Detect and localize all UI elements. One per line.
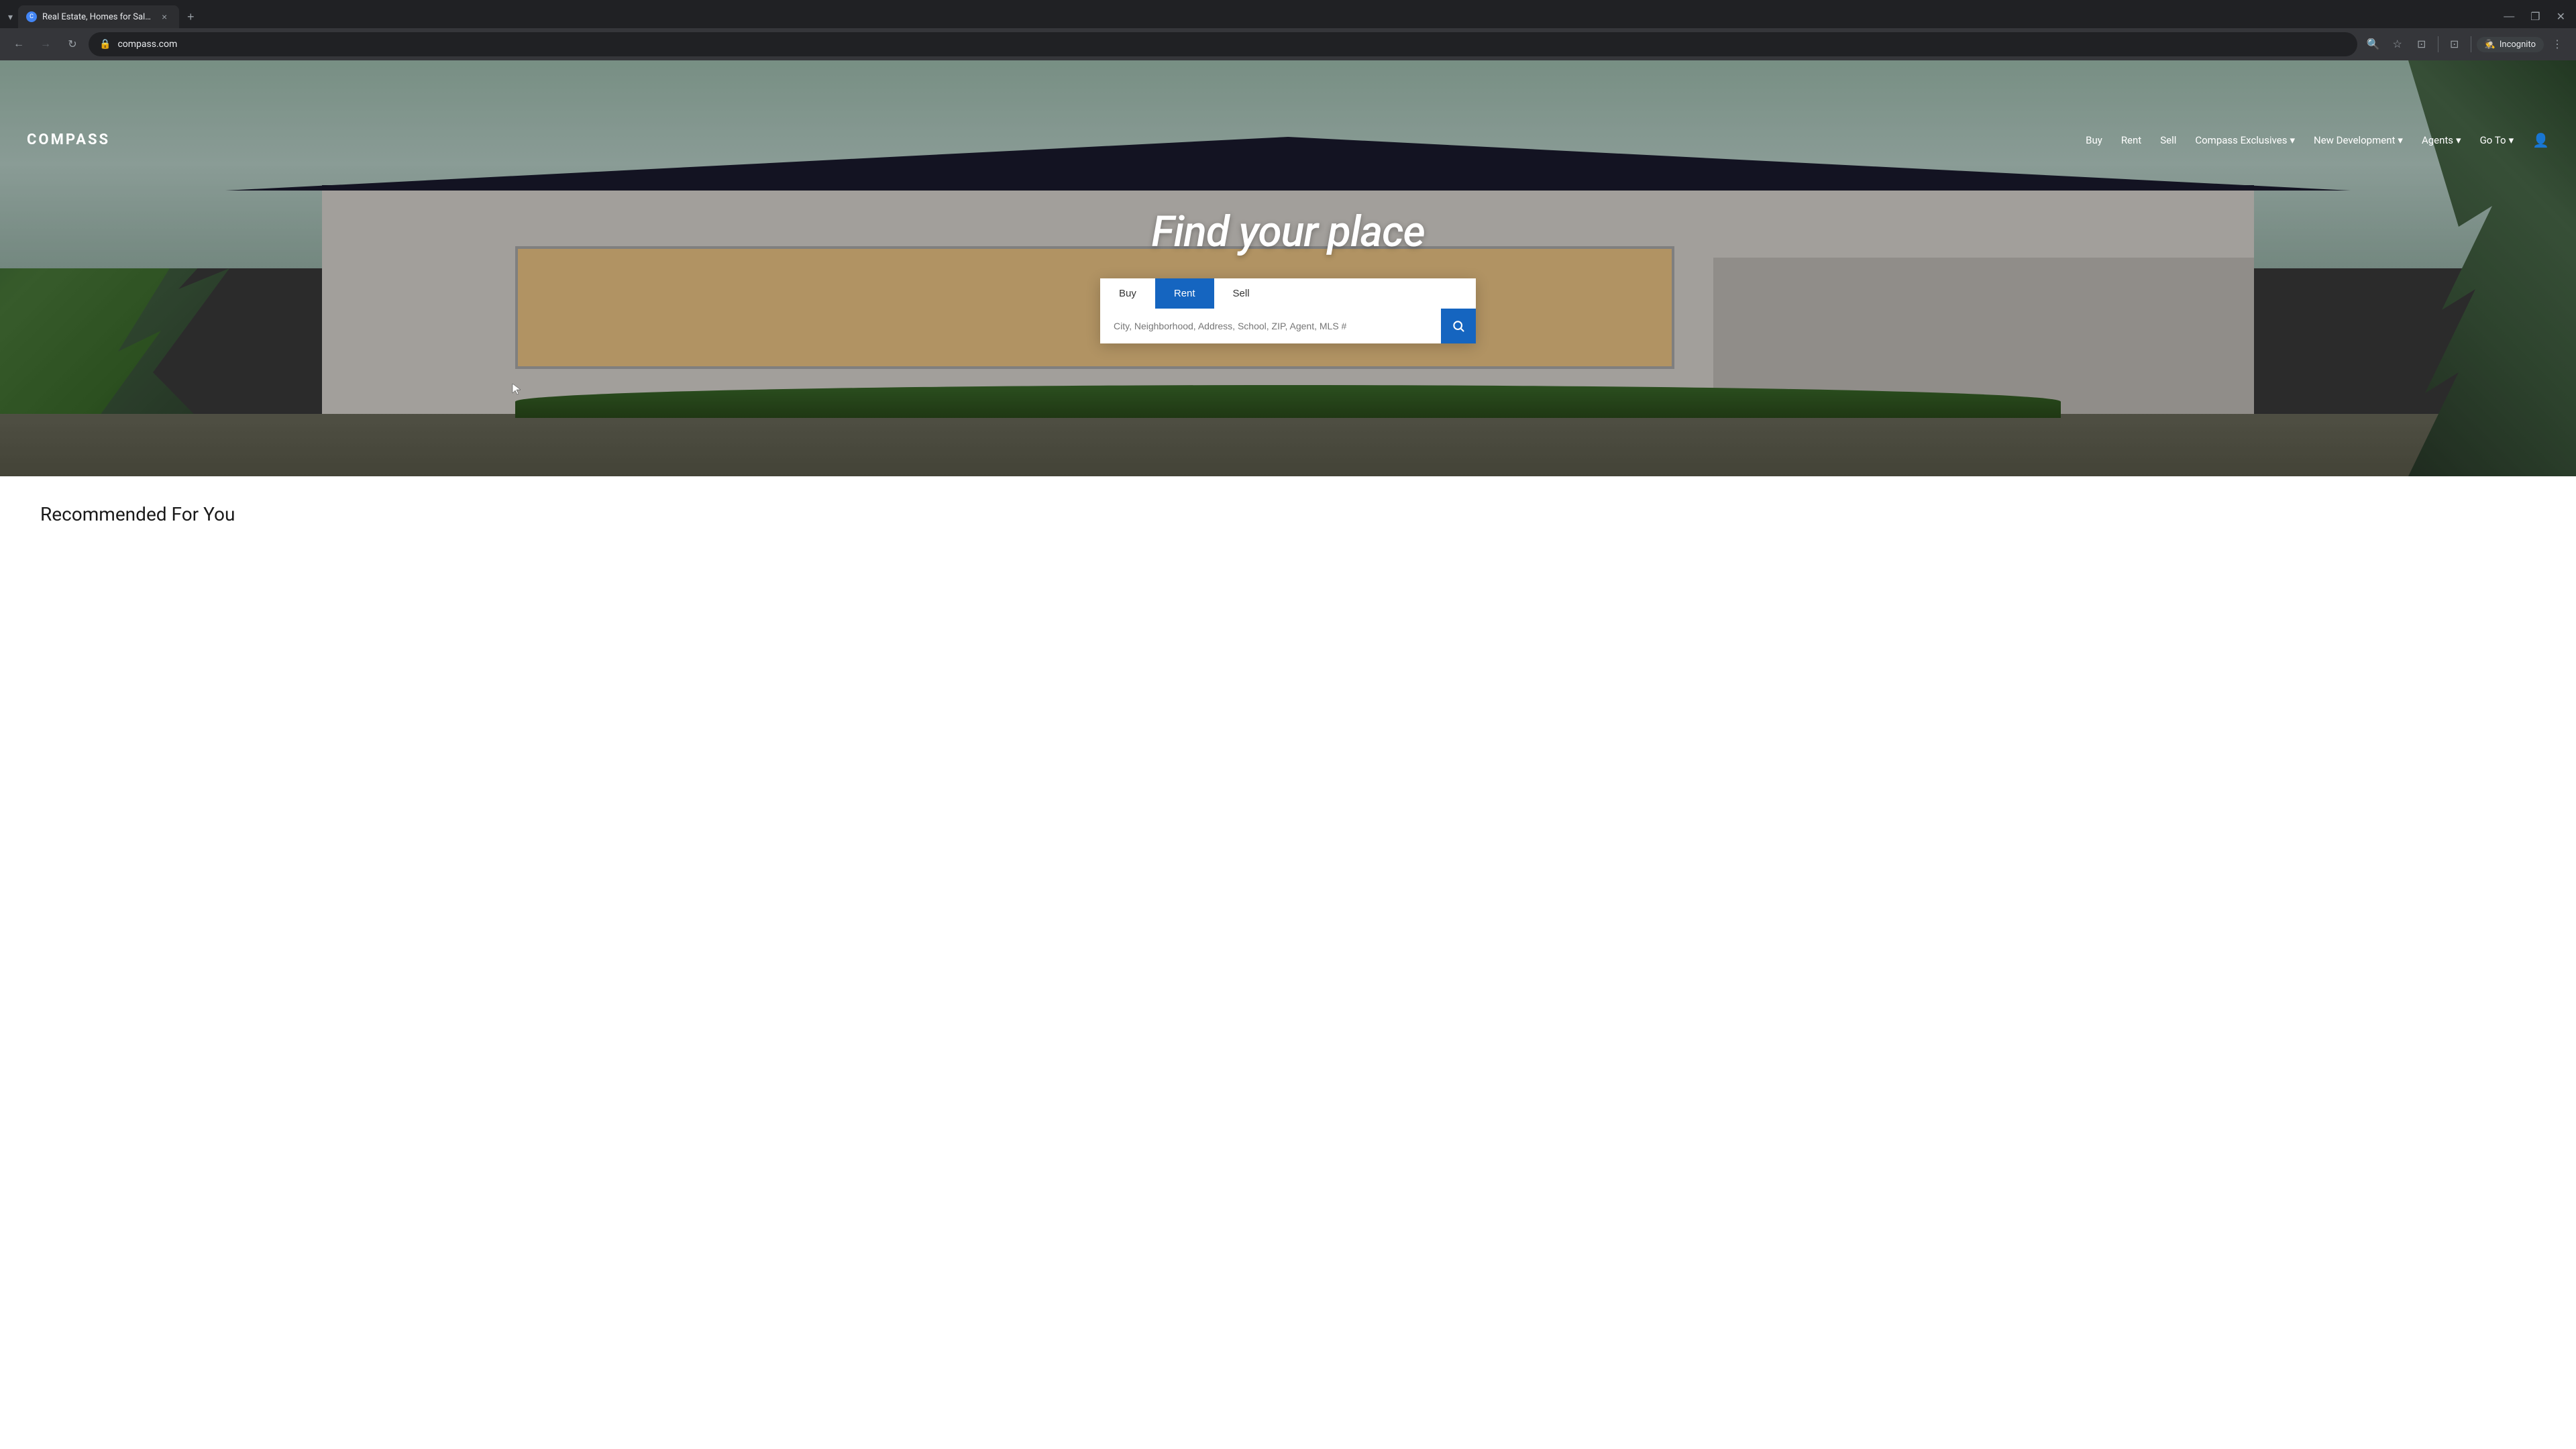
website-content: COMPASS Buy Rent Sell Compass Exclusives… (0, 60, 2576, 557)
incognito-label: Incognito (2500, 40, 2536, 50)
active-tab[interactable]: C Real Estate, Homes for Sale & ... × (18, 5, 179, 28)
search-input[interactable] (1100, 310, 1441, 342)
forward-btn[interactable]: → (35, 34, 56, 55)
nav-agents[interactable]: Agents ▾ (2422, 134, 2461, 146)
search-container: Buy Rent Sell (1100, 278, 1476, 343)
search-tab-rent[interactable]: Rent (1155, 278, 1214, 309)
search-btn[interactable]: 🔍 (2363, 34, 2384, 55)
tab-close-btn[interactable]: × (158, 10, 171, 23)
incognito-icon: 🕵 (2485, 40, 2496, 50)
agents-chevron: ▾ (2456, 134, 2461, 146)
nav-links-group: Buy Rent Sell Compass Exclusives ▾ New D… (2086, 132, 2549, 148)
nav-goto[interactable]: Go To ▾ (2480, 134, 2514, 146)
more-icon: ⋮ (2552, 38, 2563, 51)
address-bar[interactable]: 🔒 compass.com (89, 32, 2357, 56)
bookmark-icon: ☆ (2393, 38, 2402, 51)
bookmark-btn[interactable]: ☆ (2387, 34, 2408, 55)
recommended-title: Recommended For You (40, 503, 2536, 525)
maximize-btn[interactable]: ❐ (2525, 7, 2545, 26)
incognito-badge[interactable]: 🕵 Incognito (2477, 37, 2544, 52)
url-display: compass.com (117, 39, 2346, 50)
lock-icon: 🔒 (99, 39, 111, 50)
goto-chevron: ▾ (2509, 134, 2514, 146)
tab-manager-btn[interactable]: ⊡ (2411, 34, 2432, 55)
search-input-row (1100, 309, 1476, 343)
nav-new-development[interactable]: New Development ▾ (2314, 134, 2403, 146)
search-button[interactable] (1441, 309, 1476, 343)
nav-sell[interactable]: Sell (2160, 134, 2176, 146)
new-tab-btn[interactable]: + (182, 7, 200, 27)
user-account-icon[interactable]: 👤 (2532, 132, 2549, 148)
tab-dropdown-btn[interactable]: ▾ (5, 9, 15, 25)
nav-buy[interactable]: Buy (2086, 134, 2102, 146)
back-btn[interactable]: ← (8, 34, 30, 55)
search-tab-sell[interactable]: Sell (1214, 278, 1269, 309)
minimize-btn[interactable]: — (2498, 8, 2520, 25)
compass-logo[interactable]: COMPASS (27, 131, 110, 148)
cast-btn[interactable]: ⊡ (2444, 34, 2465, 55)
tab-bar: ▾ C Real Estate, Homes for Sale & ... × … (0, 0, 2576, 28)
search-tab-buy[interactable]: Buy (1100, 278, 1155, 309)
toolbar-actions: 🔍 ☆ ⊡ ⊡ 🕵 Incognito ⋮ (2363, 34, 2568, 55)
browser-chrome: ▾ C Real Estate, Homes for Sale & ... × … (0, 0, 2576, 60)
search-tabs: Buy Rent Sell (1100, 278, 1476, 309)
tab-favicon: C (26, 11, 37, 22)
recommended-section: Recommended For You (0, 476, 2576, 557)
compass-exclusives-chevron: ▾ (2290, 134, 2295, 146)
nav-rent[interactable]: Rent (2121, 134, 2141, 146)
main-nav: COMPASS Buy Rent Sell Compass Exclusives… (0, 121, 2576, 159)
new-development-chevron: ▾ (2398, 134, 2403, 146)
nav-compass-exclusives[interactable]: Compass Exclusives ▾ (2195, 134, 2295, 146)
close-btn[interactable]: ✕ (2551, 7, 2571, 26)
hero-section: COMPASS Buy Rent Sell Compass Exclusives… (0, 60, 2576, 476)
reload-btn[interactable]: ↻ (62, 34, 83, 55)
window-controls: — ❐ ✕ (2498, 7, 2571, 26)
hero-title: Find your place (1151, 207, 1425, 257)
cast-icon: ⊡ (2450, 38, 2459, 51)
search-icon: 🔍 (2367, 38, 2380, 51)
tab-manager-icon: ⊡ (2417, 38, 2426, 51)
more-btn[interactable]: ⋮ (2546, 34, 2568, 55)
tab-title: Real Estate, Homes for Sale & ... (42, 12, 152, 22)
browser-toolbar: ← → ↻ 🔒 compass.com 🔍 ☆ ⊡ ⊡ 🕵 Incog (0, 28, 2576, 60)
search-icon (1452, 319, 1465, 333)
